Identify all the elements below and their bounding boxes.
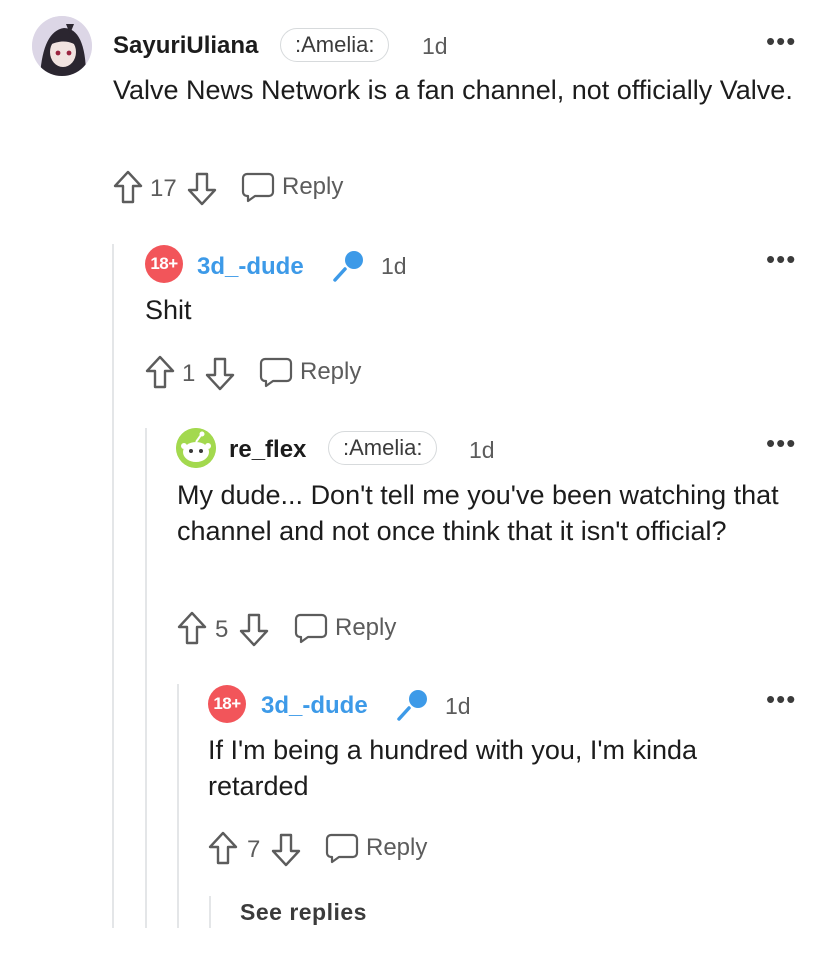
upvote-icon bbox=[177, 611, 207, 645]
comment-timestamp: 1d bbox=[445, 693, 471, 719]
thread-line-level-3[interactable] bbox=[177, 684, 179, 928]
reply-button[interactable]: Reply bbox=[294, 612, 396, 644]
comment-body: My dude... Don't tell me you've been wat… bbox=[177, 480, 779, 546]
downvote-button[interactable] bbox=[187, 172, 217, 206]
upvote-icon bbox=[113, 170, 143, 204]
microphone-icon bbox=[395, 686, 431, 727]
upvote-icon bbox=[208, 831, 238, 865]
upvote-button[interactable] bbox=[177, 611, 207, 645]
more-options-icon[interactable]: ••• bbox=[766, 686, 796, 712]
user-flair: :Amelia: bbox=[328, 431, 438, 465]
reply-label: Reply bbox=[282, 173, 344, 200]
avatar[interactable] bbox=[32, 16, 92, 76]
downvote-icon bbox=[187, 172, 217, 206]
comment-author[interactable]: 3d_-dude bbox=[261, 692, 368, 720]
vote-score: 1 bbox=[182, 360, 196, 387]
reply-label: Reply bbox=[366, 834, 428, 861]
thread-line-level-4[interactable] bbox=[209, 896, 211, 928]
reply-button[interactable]: Reply bbox=[325, 832, 427, 864]
see-replies-link[interactable]: See replies bbox=[240, 899, 367, 926]
downvote-icon bbox=[271, 833, 301, 867]
nsfw-avatar-badge[interactable]: 18+ bbox=[208, 685, 246, 723]
comment-body: Shit bbox=[145, 295, 192, 325]
upvote-icon bbox=[145, 355, 175, 389]
comment-author[interactable]: re_flex bbox=[229, 436, 306, 464]
vote-score: 17 bbox=[150, 175, 177, 202]
upvote-button[interactable] bbox=[113, 170, 143, 204]
reply-bubble-icon bbox=[325, 833, 359, 864]
user-flair: :Amelia: bbox=[280, 28, 390, 62]
comment-author[interactable]: SayuriUliana bbox=[113, 32, 258, 60]
comment-body: Valve News Network is a fan channel, not… bbox=[113, 75, 793, 105]
downvote-button[interactable] bbox=[271, 833, 301, 867]
avatar[interactable] bbox=[176, 428, 216, 468]
upvote-button[interactable] bbox=[145, 355, 175, 389]
reply-button[interactable]: Reply bbox=[259, 356, 361, 388]
more-options-icon[interactable]: ••• bbox=[766, 28, 796, 54]
reply-label: Reply bbox=[300, 358, 362, 385]
vote-score: 7 bbox=[247, 836, 261, 863]
reply-bubble-icon bbox=[241, 172, 275, 203]
comment-timestamp: 1d bbox=[422, 33, 448, 59]
more-options-icon[interactable]: ••• bbox=[766, 430, 796, 456]
comment-body: If I'm being a hundred with you, I'm kin… bbox=[208, 735, 698, 801]
reply-button[interactable]: Reply bbox=[241, 171, 343, 203]
reply-label: Reply bbox=[335, 614, 397, 641]
more-options-icon[interactable]: ••• bbox=[766, 246, 796, 272]
thread-line-level-1[interactable] bbox=[112, 244, 114, 928]
downvote-icon bbox=[205, 357, 235, 391]
downvote-button[interactable] bbox=[239, 613, 269, 647]
nsfw-avatar-badge[interactable]: 18+ bbox=[145, 245, 183, 283]
comment-author[interactable]: 3d_-dude bbox=[197, 253, 304, 281]
microphone-icon bbox=[331, 247, 367, 288]
comment-timestamp: 1d bbox=[381, 253, 407, 279]
thread-line-level-2[interactable] bbox=[145, 428, 147, 928]
reply-bubble-icon bbox=[294, 613, 328, 644]
vote-score: 5 bbox=[215, 616, 229, 643]
downvote-button[interactable] bbox=[205, 357, 235, 391]
comment-timestamp: 1d bbox=[469, 437, 495, 463]
downvote-icon bbox=[239, 613, 269, 647]
upvote-button[interactable] bbox=[208, 831, 238, 865]
reply-bubble-icon bbox=[259, 357, 293, 388]
